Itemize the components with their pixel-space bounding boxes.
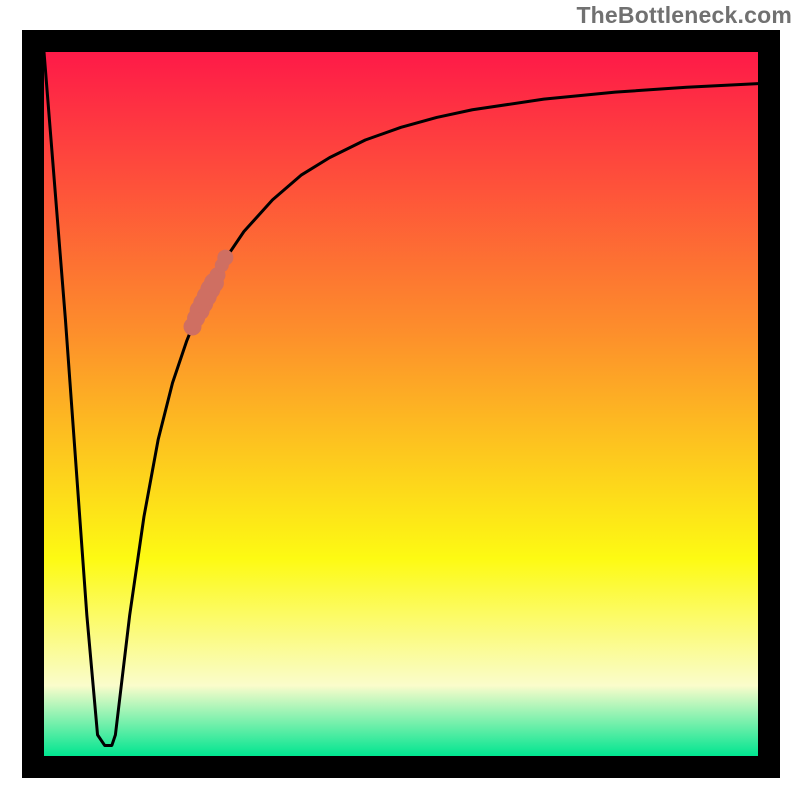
- chart-frame: TheBottleneck.com: [0, 0, 800, 800]
- gradient-background: [44, 52, 758, 756]
- chart-svg: [22, 30, 780, 778]
- watermark-text: TheBottleneck.com: [576, 2, 792, 29]
- highlight-dot: [217, 250, 233, 266]
- border-right: [758, 30, 780, 778]
- border-top: [22, 30, 780, 52]
- plot-area: [22, 30, 780, 778]
- border-bottom: [22, 756, 780, 778]
- border-left: [22, 30, 44, 778]
